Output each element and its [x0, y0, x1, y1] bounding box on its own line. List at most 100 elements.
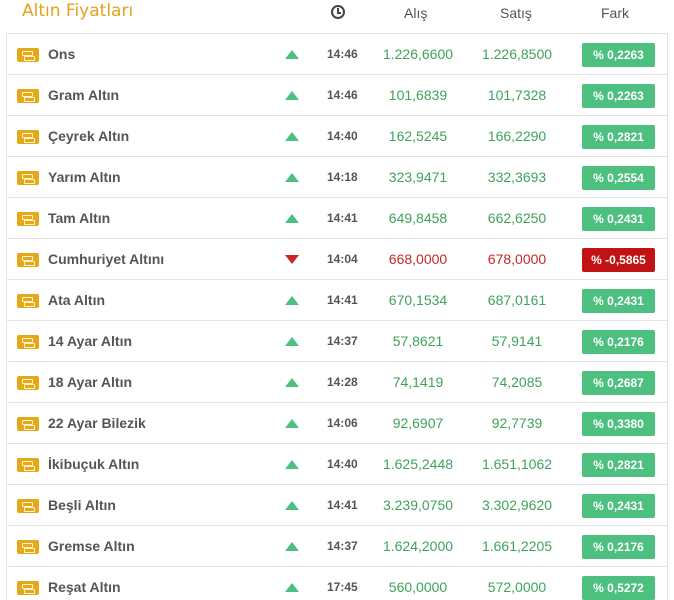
column-header-diff: Fark: [601, 5, 629, 21]
gold-type-name[interactable]: 22 Ayar Bilezik: [48, 415, 146, 431]
gold-coin-icon: [17, 212, 39, 226]
sell-price: 332,3693: [487, 169, 547, 185]
buy-price: 1.625,2448: [382, 456, 454, 472]
buy-price: 1.226,6600: [382, 46, 454, 62]
update-time: 14:40: [327, 129, 358, 143]
update-time: 14:46: [327, 88, 358, 102]
gold-prices-widget: Altın Fiyatları Alış Satış Fark Ons 14:46…: [0, 0, 674, 600]
table-row[interactable]: Ata Altın 14:41 670,1534 687,0161 % 0,2431: [7, 279, 667, 320]
table-row[interactable]: 18 Ayar Altın 14:28 74,1419 74,2085 % 0,2687: [7, 361, 667, 402]
update-time: 14:28: [327, 375, 358, 389]
sell-price: 166,2290: [487, 128, 547, 144]
trend-up-icon: [285, 460, 299, 469]
table-row[interactable]: Beşli Altın 14:41 3.239,0750 3.302,9620 % 0,…: [7, 484, 667, 525]
gold-type-name[interactable]: 14 Ayar Altın: [48, 333, 132, 349]
gold-type-name[interactable]: Cumhuriyet Altını: [48, 251, 164, 267]
trend-up-icon: [285, 337, 299, 346]
buy-price: 74,1419: [392, 374, 444, 390]
trend-up-icon: [285, 542, 299, 551]
gold-type-name[interactable]: Gremse Altın: [48, 538, 135, 554]
gold-coin-icon: [17, 376, 39, 390]
sell-price: 74,2085: [491, 374, 543, 390]
gold-type-name[interactable]: Yarım Altın: [48, 169, 121, 185]
update-time: 14:18: [327, 170, 358, 184]
trend-up-icon: [285, 50, 299, 59]
gold-coin-icon: [17, 417, 39, 431]
table-row[interactable]: İkibuçuk Altın 14:40 1.625,2448 1.651,1062%…: [7, 443, 667, 484]
trend-up-icon: [285, 173, 299, 182]
gold-type-name[interactable]: Beşli Altın: [48, 497, 116, 513]
table-header: Altın Fiyatları Alış Satış Fark: [0, 0, 674, 33]
gold-coin-icon: [17, 335, 39, 349]
sell-price: 572,0000: [487, 579, 547, 595]
gold-coin-icon: [17, 581, 39, 595]
trend-up-icon: [285, 583, 299, 592]
gold-type-name[interactable]: Reşat Altın: [48, 579, 121, 595]
buy-price: 92,6907: [392, 415, 444, 431]
column-header-sell: Satış: [500, 5, 532, 21]
change-badge: % 0,2821: [582, 125, 655, 149]
change-badge: % 0,2263: [582, 84, 655, 108]
buy-price: 668,0000: [388, 251, 448, 267]
update-time: 14:37: [327, 334, 358, 348]
change-badge: % 0,5272: [582, 576, 655, 600]
gold-coin-icon: [17, 458, 39, 472]
gold-coin-icon: [17, 130, 39, 144]
buy-price: 57,8621: [392, 333, 444, 349]
change-badge: % 0,2431: [582, 207, 655, 231]
sell-price: 1.661,2205: [481, 538, 553, 554]
table-row[interactable]: Cumhuriyet Altını 14:04 668,0000 678,0000 % …: [7, 238, 667, 279]
page-title: Altın Fiyatları: [22, 1, 134, 21]
buy-price: 323,9471: [388, 169, 448, 185]
change-badge: % 0,2554: [582, 166, 655, 190]
change-badge: % 0,2176: [582, 535, 655, 559]
buy-price: 649,8458: [388, 210, 448, 226]
buy-price: 101,6839: [388, 87, 448, 103]
column-header-buy: Alış: [404, 5, 428, 21]
gold-type-name[interactable]: Gram Altın: [48, 87, 119, 103]
table-row[interactable]: Çeyrek Altın 14:40 162,5245 166,2290 % 0,282…: [7, 115, 667, 156]
update-time: 14:37: [327, 539, 358, 553]
buy-price: 3.239,0750: [382, 497, 454, 513]
change-badge: % -0,5865: [582, 248, 655, 272]
table-row[interactable]: Tam Altın 14:41 649,8458 662,6250 % 0,2431: [7, 197, 667, 238]
buy-price: 162,5245: [388, 128, 448, 144]
table-row[interactable]: Ons 14:46 1.226,6600 1.226,8500 % 0,2263: [7, 33, 667, 74]
gold-type-name[interactable]: İkibuçuk Altın: [48, 456, 139, 472]
table-row[interactable]: Gram Altın 14:46 101,6839 101,7328 % 0,2263: [7, 74, 667, 115]
update-time: 14:41: [327, 211, 358, 225]
update-time: 17:45: [327, 580, 358, 594]
gold-type-name[interactable]: 18 Ayar Altın: [48, 374, 132, 390]
update-time: 14:06: [327, 416, 358, 430]
gold-type-name[interactable]: Çeyrek Altın: [48, 128, 129, 144]
change-badge: % 0,3380: [582, 412, 655, 436]
sell-price: 1.226,8500: [481, 46, 553, 62]
table-row[interactable]: 14 Ayar Altın 14:37 57,8621 57,9141 % 0,2176: [7, 320, 667, 361]
update-time: 14:41: [327, 293, 358, 307]
change-badge: % 0,2431: [582, 494, 655, 518]
gold-type-name[interactable]: Ata Altın: [48, 292, 105, 308]
table-row[interactable]: Gremse Altın 14:37 1.624,2000 1.661,2205 % 0…: [7, 525, 667, 566]
gold-coin-icon: [17, 540, 39, 554]
change-badge: % 0,2176: [582, 330, 655, 354]
table-row[interactable]: Reşat Altın 17:45 560,0000 572,0000 % 0,5272: [7, 566, 667, 600]
clock-icon: [331, 5, 345, 19]
update-time: 14:04: [327, 252, 358, 266]
gold-type-name[interactable]: Ons: [48, 46, 75, 62]
change-badge: % 0,2431: [582, 289, 655, 313]
sell-price: 92,7739: [491, 415, 543, 431]
gold-type-name[interactable]: Tam Altın: [48, 210, 110, 226]
trend-up-icon: [285, 419, 299, 428]
prices-table: Ons 14:46 1.226,6600 1.226,8500 % 0,2263 Gram…: [6, 33, 668, 600]
change-badge: % 0,2821: [582, 453, 655, 477]
sell-price: 1.651,1062: [481, 456, 553, 472]
table-row[interactable]: Yarım Altın 14:18 323,9471 332,3693 % 0,2554: [7, 156, 667, 197]
table-row[interactable]: 22 Ayar Bilezik 14:06 92,6907 92,7739 % 0,33…: [7, 402, 667, 443]
sell-price: 687,0161: [487, 292, 547, 308]
gold-coin-icon: [17, 253, 39, 267]
update-time: 14:41: [327, 498, 358, 512]
gold-coin-icon: [17, 294, 39, 308]
change-badge: % 0,2263: [582, 43, 655, 67]
update-time: 14:40: [327, 457, 358, 471]
sell-price: 3.302,9620: [481, 497, 553, 513]
